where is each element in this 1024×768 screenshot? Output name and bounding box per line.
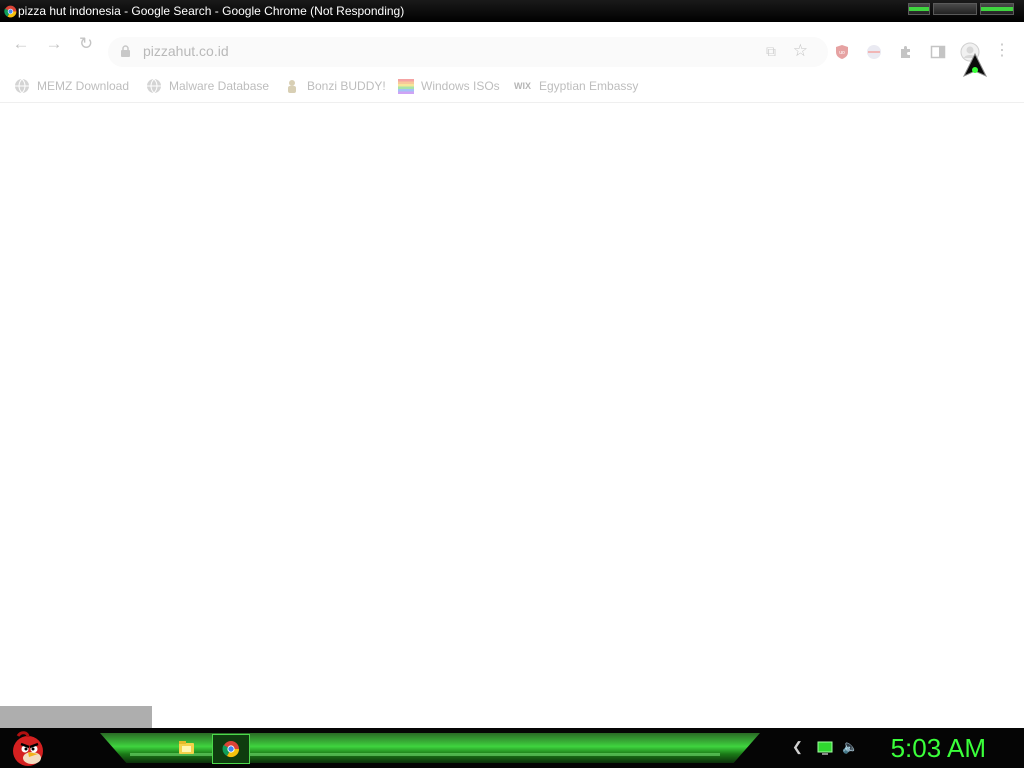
file-explorer-icon xyxy=(179,741,194,754)
globe-icon xyxy=(15,78,29,94)
back-arrow-icon[interactable]: ← xyxy=(11,34,31,54)
kebab-menu-icon[interactable]: ⋮ xyxy=(992,41,1012,61)
puzzle-extensions-icon[interactable] xyxy=(898,44,914,60)
bookmark-malware-database[interactable]: Malware Database xyxy=(146,76,269,96)
status-bubble xyxy=(0,706,152,728)
star-icon[interactable]: ☆ xyxy=(793,41,808,61)
svg-text:uo: uo xyxy=(839,50,845,56)
bookmark-windows-isos[interactable]: Windows ISOs xyxy=(398,76,500,96)
bookmarks-bar: MEMZ Download Malware Database Bonzi BUD… xyxy=(0,72,1024,103)
close-button[interactable] xyxy=(980,3,1014,15)
taskbar-file-explorer[interactable] xyxy=(168,734,204,762)
mouse-cursor-icon xyxy=(962,52,988,78)
bookmark-label: Windows ISOs xyxy=(421,79,500,93)
chevron-left-icon[interactable]: ❮ xyxy=(792,739,803,757)
volume-icon[interactable]: 🔈 xyxy=(842,739,858,757)
bookmark-egyptian-embassy[interactable]: WIX Egyptian Embassy xyxy=(514,76,638,96)
chrome-icon xyxy=(222,741,240,758)
address-bar[interactable]: pizzahut.co.id ⧉ ☆ xyxy=(108,37,828,67)
bookmark-bonzi-buddy[interactable]: Bonzi BUDDY! xyxy=(284,76,386,96)
lock-icon xyxy=(121,45,130,57)
ublock-origin-icon[interactable]: uo xyxy=(834,44,850,60)
bookmark-label: Malware Database xyxy=(169,79,270,93)
bonzi-icon xyxy=(288,80,296,93)
bookmark-memz-download[interactable]: MEMZ Download xyxy=(14,76,129,96)
forward-arrow-icon[interactable]: → xyxy=(44,34,64,54)
page-content xyxy=(0,103,1024,706)
share-icon[interactable]: ⧉ xyxy=(766,43,776,60)
bookmark-label: Bonzi BUDDY! xyxy=(307,79,386,93)
maximize-button[interactable] xyxy=(933,3,977,15)
globe-icon xyxy=(147,78,161,94)
taskbar-clock[interactable]: 5:03 AM xyxy=(891,733,986,764)
network-monitor-icon[interactable] xyxy=(817,739,833,757)
bookmark-label: MEMZ Download xyxy=(37,79,130,93)
url-text: pizzahut.co.id xyxy=(143,43,229,59)
taskbar: ❮ 🔈 5:03 AM xyxy=(0,728,1024,768)
minimize-button[interactable] xyxy=(908,3,930,15)
taskbar-chrome[interactable] xyxy=(212,734,250,764)
window-controls xyxy=(908,3,1014,15)
window-title: pizza hut indonesia - Google Search - Go… xyxy=(18,4,405,18)
angry-bird-start-icon[interactable] xyxy=(4,728,48,768)
rainbow-icon xyxy=(398,79,414,94)
browser-toolbar: ← → ↻ pizzahut.co.id ⧉ ☆ uo ⋮ xyxy=(0,22,1024,72)
chrome-logo-icon xyxy=(4,5,17,18)
bookmark-label: Egyptian Embassy xyxy=(539,79,639,93)
extension-icon[interactable] xyxy=(866,44,882,60)
reload-icon[interactable]: ↻ xyxy=(76,34,96,54)
window-title-bar[interactable]: pizza hut indonesia - Google Search - Go… xyxy=(0,0,1024,22)
side-panel-icon[interactable] xyxy=(930,44,946,60)
wix-icon: WIX xyxy=(514,81,531,91)
